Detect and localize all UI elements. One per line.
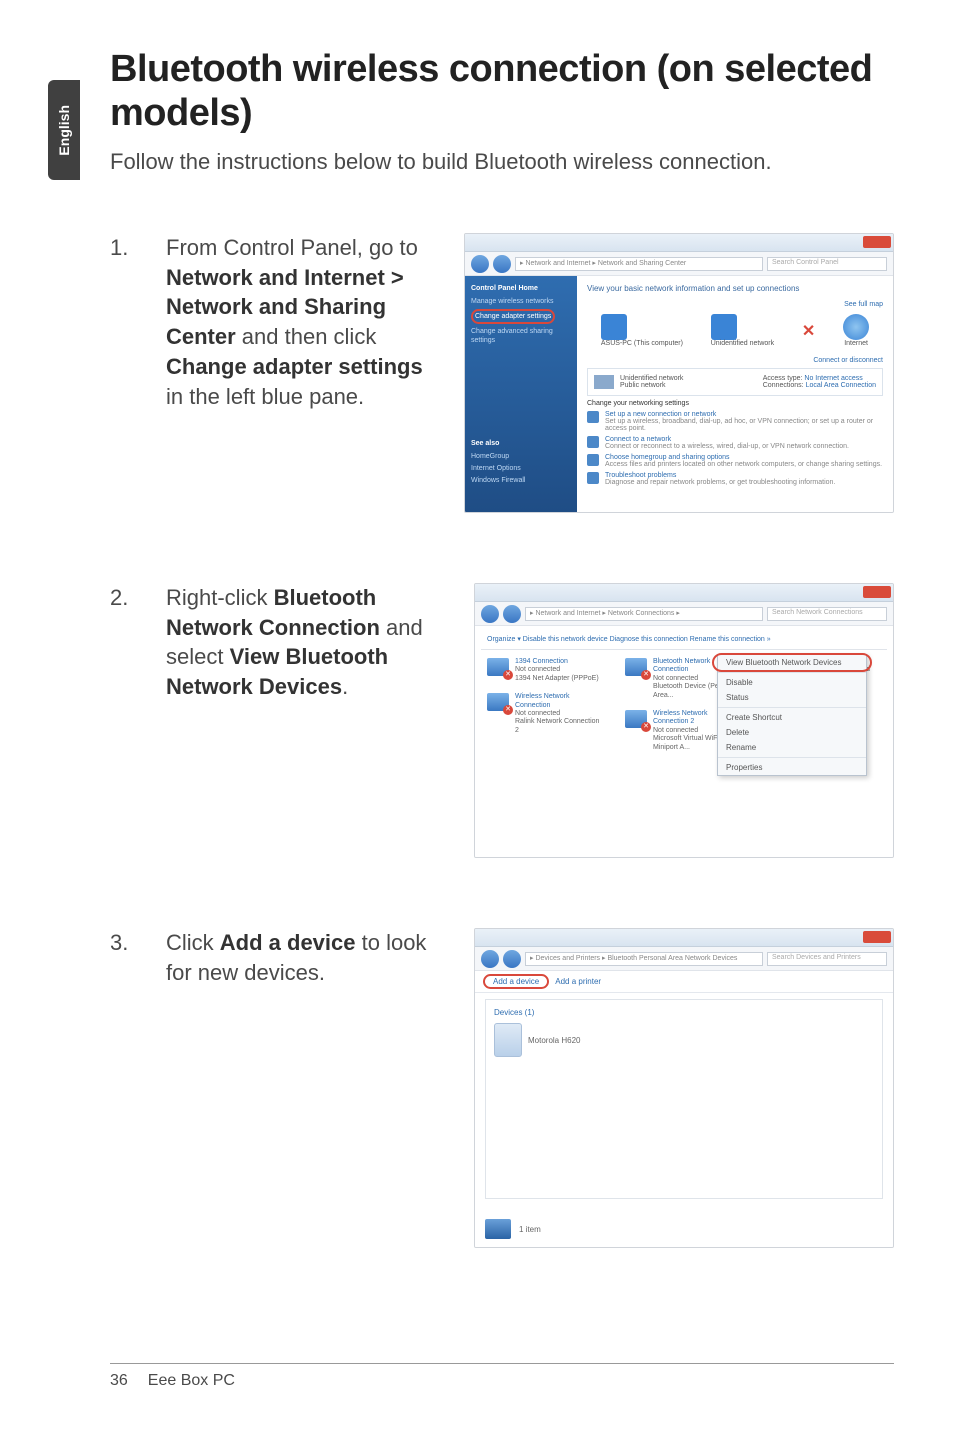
device-item[interactable]: Motorola H620 — [494, 1023, 874, 1057]
sidebar-heading: Control Panel Home — [471, 284, 571, 293]
step-text: From Control Panel, go to Network and In… — [166, 233, 436, 411]
window-titlebar — [475, 929, 893, 947]
network-thumb-icon — [594, 375, 614, 389]
task-icon — [587, 454, 599, 466]
step-text: Click Add a device to look for new devic… — [166, 928, 446, 987]
context-menu: View Bluetooth Network Devices Disable S… — [717, 654, 867, 776]
step-text: Right-click Bluetooth Network Connection… — [166, 583, 446, 702]
sidebar-link[interactable]: HomeGroup — [471, 452, 571, 461]
see-also-heading: See also — [471, 439, 571, 448]
main-pane: View your basic network information and … — [577, 276, 893, 512]
page-footer: 36 Eee Box PC — [110, 1363, 894, 1390]
page-title: Bluetooth wireless connection (on select… — [110, 48, 894, 135]
connection-icon — [487, 658, 509, 676]
close-icon[interactable] — [863, 931, 891, 943]
back-icon[interactable] — [481, 950, 499, 968]
breadcrumb[interactable]: ▸ Devices and Printers ▸ Bluetooth Perso… — [525, 952, 763, 966]
breadcrumb[interactable]: ▸ Network and Internet ▸ Network Connect… — [525, 607, 763, 621]
language-tab: English — [48, 80, 80, 180]
see-full-map-link[interactable]: See full map — [587, 301, 883, 308]
network-icon — [711, 314, 737, 340]
close-icon[interactable] — [863, 236, 891, 248]
menu-item[interactable]: Properties — [718, 760, 866, 775]
menu-item[interactable]: Rename — [718, 740, 866, 755]
sidebar-link[interactable]: Internet Options — [471, 464, 571, 473]
forward-icon[interactable] — [503, 605, 521, 623]
status-icon — [485, 1219, 511, 1239]
back-icon[interactable] — [471, 255, 489, 273]
device-label: Motorola H620 — [528, 1036, 580, 1045]
internet-icon — [843, 314, 869, 340]
menu-item[interactable]: Disable — [718, 675, 866, 690]
connect-disconnect-link[interactable]: Connect or disconnect — [587, 357, 883, 364]
sidebar-link[interactable]: Change advanced sharing settings — [471, 327, 571, 345]
toolbar: Add a device Add a printer — [475, 971, 893, 993]
search-input[interactable]: Search Control Panel — [767, 257, 887, 271]
main-heading: View your basic network information and … — [587, 284, 883, 293]
menu-item[interactable]: Create Shortcut — [718, 710, 866, 725]
sidebar-link-change-adapter[interactable]: Change adapter settings — [471, 309, 571, 324]
window-navbar: ▸ Network and Internet ▸ Network and Sha… — [465, 252, 893, 276]
step-number: 2. — [110, 583, 138, 613]
forward-icon[interactable] — [503, 950, 521, 968]
footer-title: Eee Box PC — [148, 1372, 235, 1390]
step-1: 1. From Control Panel, go to Network and… — [110, 233, 894, 513]
item-count: 1 item — [519, 1225, 541, 1234]
connection-icon — [487, 693, 509, 711]
status-bar: 1 item — [485, 1219, 541, 1239]
device-list: Devices (1) Motorola H620 — [485, 999, 883, 1199]
search-input[interactable]: Search Devices and Printers — [767, 952, 887, 966]
connection-icon — [625, 710, 647, 728]
tasks-heading: Change your networking settings — [587, 400, 883, 407]
breadcrumb[interactable]: ▸ Network and Internet ▸ Network and Sha… — [515, 257, 763, 271]
menu-item[interactable]: Status — [718, 690, 866, 705]
toolbar[interactable]: Organize ▾ Disable this network device D… — [481, 632, 887, 650]
network-map: ASUS-PC (This computer) Unidentified net… — [587, 314, 883, 347]
forward-icon[interactable] — [493, 255, 511, 273]
page-content: Bluetooth wireless connection (on select… — [110, 48, 894, 1318]
connection-item[interactable]: Wireless Network ConnectionNot connected… — [487, 693, 605, 735]
sidebar-link[interactable]: Windows Firewall — [471, 476, 571, 485]
window-navbar: ▸ Devices and Printers ▸ Bluetooth Perso… — [475, 947, 893, 971]
search-input[interactable]: Search Network Connections — [767, 607, 887, 621]
computer-icon — [601, 314, 627, 340]
add-printer-button[interactable]: Add a printer — [555, 977, 601, 986]
task-link[interactable]: Troubleshoot problemsDiagnose and repair… — [587, 472, 883, 486]
disconnected-icon: ✕ — [802, 321, 815, 341]
screenshot-network-connections: ▸ Network and Internet ▸ Network Connect… — [474, 583, 894, 858]
window-navbar: ▸ Network and Internet ▸ Network Connect… — [475, 602, 893, 626]
task-link[interactable]: Choose homegroup and sharing optionsAcce… — [587, 454, 883, 468]
menu-item-view-bluetooth-devices[interactable]: View Bluetooth Network Devices — [718, 655, 866, 670]
close-icon[interactable] — [863, 586, 891, 598]
step-2: 2. Right-click Bluetooth Network Connect… — [110, 583, 894, 858]
language-label: English — [56, 105, 72, 156]
page-number: 36 — [110, 1372, 128, 1390]
task-icon — [587, 472, 599, 484]
step-3: 3. Click Add a device to look for new de… — [110, 928, 894, 1248]
connection-item[interactable]: 1394 ConnectionNot connected1394 Net Ada… — [487, 658, 605, 683]
connection-icon — [625, 658, 647, 676]
window-titlebar — [465, 234, 893, 252]
screenshot-network-sharing-center: ▸ Network and Internet ▸ Network and Sha… — [464, 233, 894, 513]
active-network-box: Unidentified networkPublic network Acces… — [587, 368, 883, 396]
step-number: 1. — [110, 233, 138, 263]
intro-text: Follow the instructions below to build B… — [110, 147, 894, 177]
sidebar-pane: Control Panel Home Manage wireless netwo… — [465, 276, 577, 512]
device-group-header: Devices (1) — [494, 1008, 874, 1017]
add-device-button[interactable]: Add a device — [483, 974, 549, 989]
screenshot-bluetooth-devices: ▸ Devices and Printers ▸ Bluetooth Perso… — [474, 928, 894, 1248]
back-icon[interactable] — [481, 605, 499, 623]
task-link[interactable]: Connect to a networkConnect or reconnect… — [587, 436, 883, 450]
task-icon — [587, 411, 599, 423]
step-number: 3. — [110, 928, 138, 958]
sidebar-link[interactable]: Manage wireless networks — [471, 297, 571, 306]
window-titlebar — [475, 584, 893, 602]
menu-item[interactable]: Delete — [718, 725, 866, 740]
task-icon — [587, 436, 599, 448]
task-link[interactable]: Set up a new connection or networkSet up… — [587, 411, 883, 432]
device-icon — [494, 1023, 522, 1057]
